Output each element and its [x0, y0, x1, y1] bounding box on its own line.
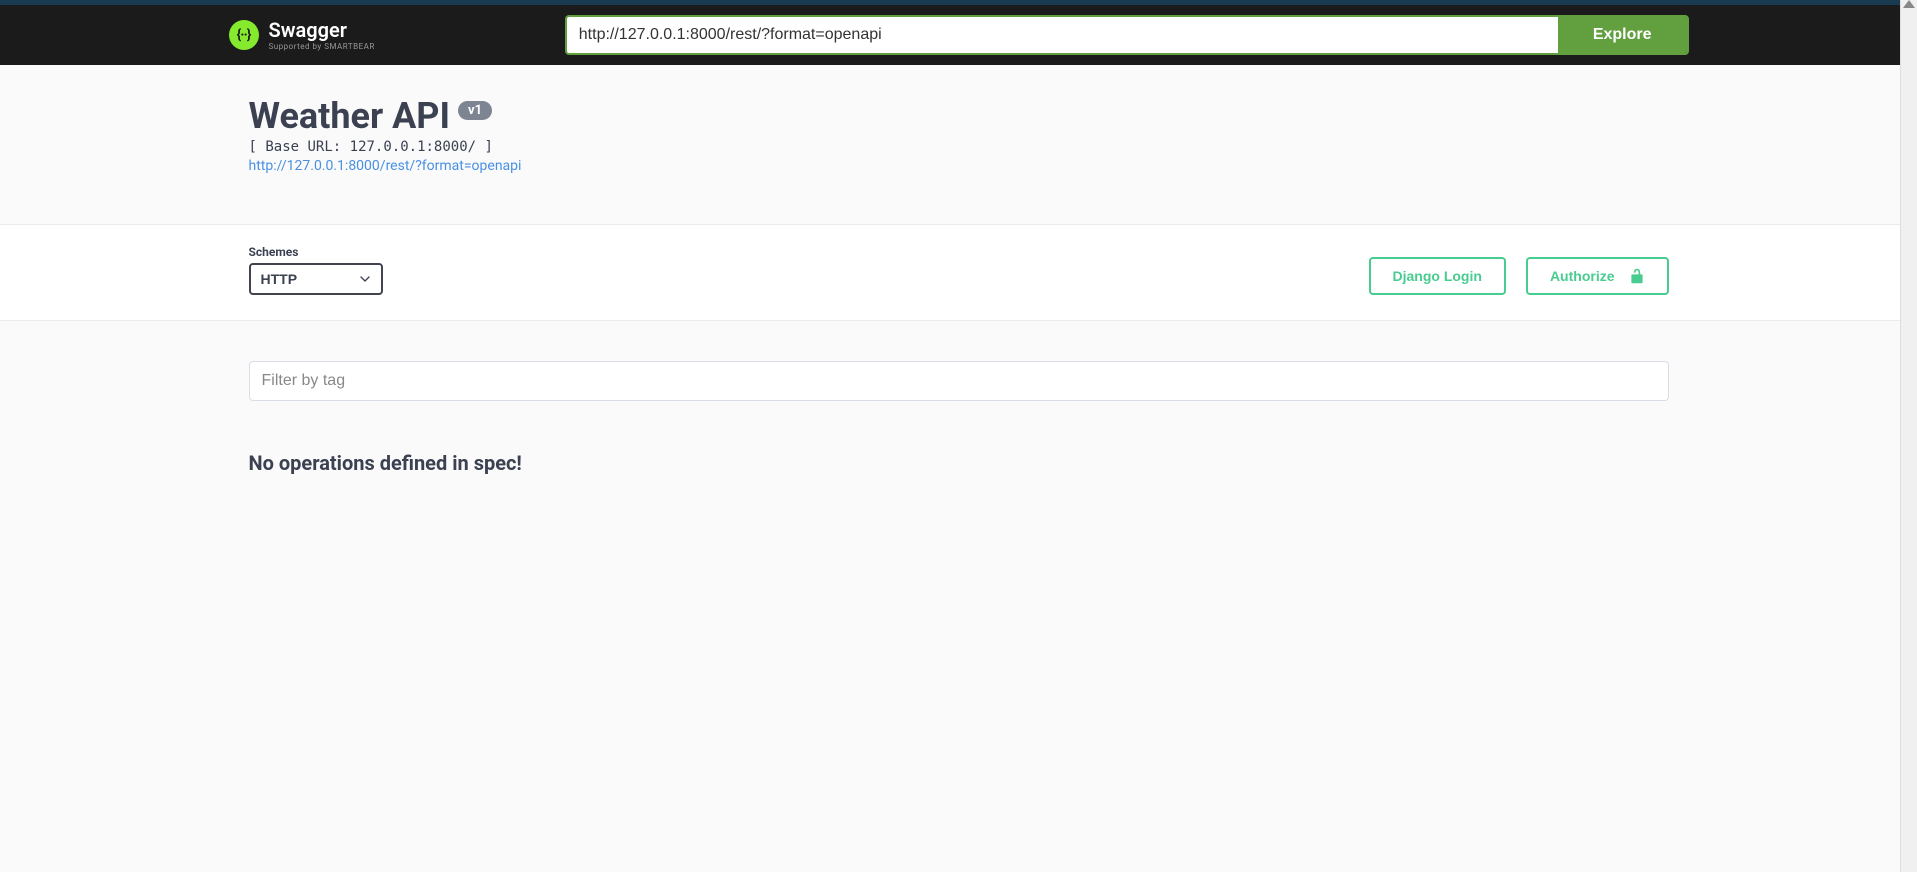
- logo-subtitle: Supported by SMARTBEAR: [269, 42, 375, 51]
- base-url-text: [ Base URL: 127.0.0.1:8000/ ]: [249, 139, 1669, 155]
- unlock-icon: [1629, 267, 1645, 285]
- django-login-label: Django Login: [1393, 268, 1482, 284]
- version-badge: v1: [458, 101, 492, 120]
- spec-url-input[interactable]: [567, 17, 1558, 53]
- spec-link[interactable]: http://127.0.0.1:8000/rest/?format=opena…: [249, 158, 522, 174]
- django-login-button[interactable]: Django Login: [1369, 257, 1506, 295]
- schemes-select[interactable]: HTTP: [249, 263, 383, 295]
- no-operations-message: No operations defined in spec!: [249, 401, 1669, 525]
- logo-title: Swagger: [269, 20, 375, 40]
- authorize-label: Authorize: [1550, 268, 1615, 284]
- swagger-logo-icon: {··}: [229, 20, 259, 50]
- braces-icon: {··}: [237, 27, 251, 43]
- url-input-wrapper: Explore: [565, 15, 1689, 55]
- api-title: Weather API: [249, 95, 451, 137]
- authorize-button[interactable]: Authorize: [1526, 257, 1669, 295]
- explore-button[interactable]: Explore: [1558, 17, 1687, 53]
- swagger-logo[interactable]: {··} Swagger Supported by SMARTBEAR: [229, 20, 375, 51]
- scroll-up-arrow-icon[interactable]: [1903, 0, 1915, 8]
- topbar: {··} Swagger Supported by SMARTBEAR Expl…: [0, 5, 1917, 65]
- browser-scrollbar[interactable]: [1900, 0, 1917, 872]
- schemes-label: Schemes: [249, 245, 383, 259]
- filter-input[interactable]: [249, 361, 1669, 401]
